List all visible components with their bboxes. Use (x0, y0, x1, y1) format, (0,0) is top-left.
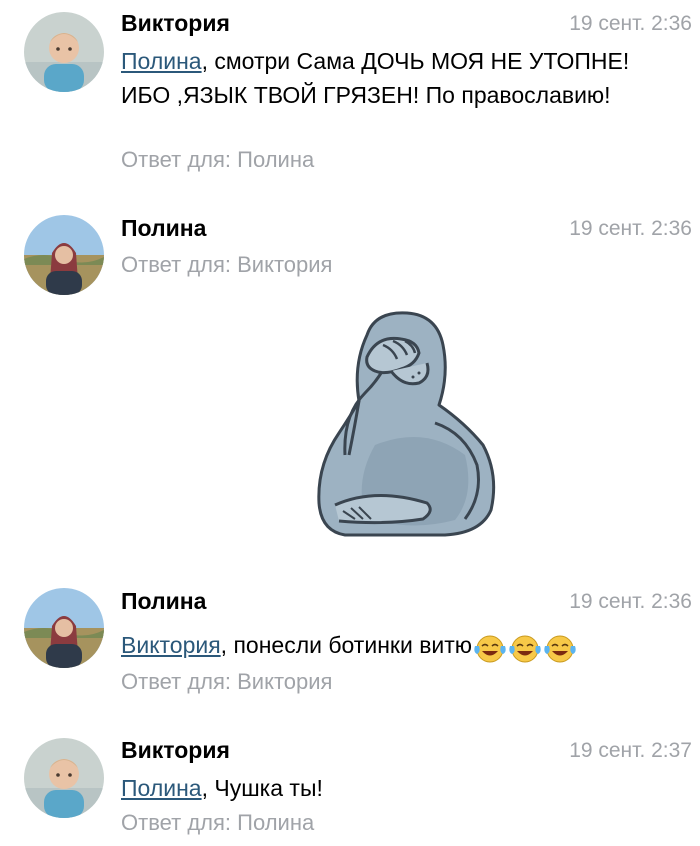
comment-text: Полина, Чушка ты! (121, 771, 681, 805)
comment-author[interactable]: Виктория (121, 737, 230, 764)
comment-date: 19 сент. 2:37 (569, 739, 692, 762)
comment-body: , Чушка ты! (201, 775, 323, 801)
avatar-viktoria[interactable] (24, 738, 104, 818)
mention-link[interactable]: Полина (121, 775, 202, 801)
comment-4: Виктория 19 сент. 2:37 Полина, Чушка ты!… (0, 0, 700, 846)
avatar-child-photo-icon (24, 738, 104, 818)
reply-to-link[interactable]: Ответ для: Полина (121, 810, 314, 836)
